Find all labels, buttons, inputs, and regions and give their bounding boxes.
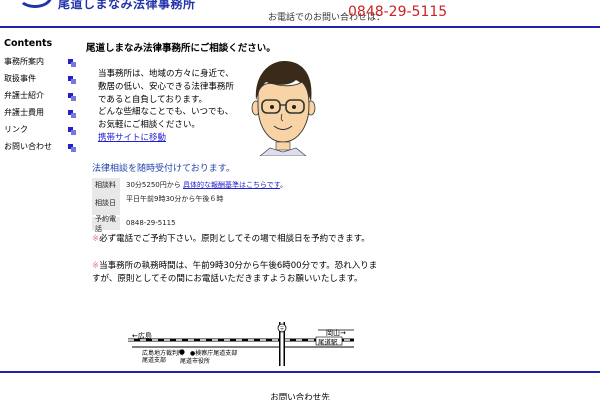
map-label-hiroshima: ←広島 [132, 331, 152, 340]
site-footer: お問い合わせ先 [0, 371, 600, 400]
map-label-okayama: 岡山→ [326, 328, 346, 337]
sidebar-item-label: 取扱事件 [4, 74, 36, 83]
date-row: 相談日 平日午前9時30分から午後６時 [92, 191, 392, 215]
date-value: 平日午前9時30分から午後６時 [126, 195, 224, 203]
map-label-office: ●検察庁尾道支部 [190, 349, 237, 357]
firm-name[interactable]: 尾道しまなみ法律事務所 [58, 0, 196, 12]
square-bullet-icon [68, 76, 76, 84]
tel-label: 予約電話 [92, 215, 120, 233]
sidebar-item-label: 弁護士費用 [4, 108, 44, 117]
sidebar-item-contact[interactable]: お問い合わせ [4, 138, 80, 155]
square-bullet-icon [68, 59, 76, 67]
map-label-city-hall: 尾道市役所 [180, 357, 210, 365]
sidebar-item-label: 弁護士紹介 [4, 91, 44, 100]
sidebar-item-fees[interactable]: 弁護士費用 [4, 104, 80, 121]
sidebar-item-cases[interactable]: 取扱事件 [4, 70, 80, 87]
svg-text:〒: 〒 [280, 327, 285, 333]
sidebar-item-lawyer[interactable]: 弁護士紹介 [4, 87, 80, 104]
logo-icon[interactable] [18, 0, 52, 8]
footer-contact-heading: お問い合わせ先 [270, 393, 330, 400]
square-bullet-icon [68, 93, 76, 101]
header-phone-number: 0848-29-5115 [348, 4, 448, 20]
map-label-station: 尾道駅 [318, 337, 338, 346]
date-label: 相談日 [92, 191, 120, 215]
sidebar-item-label: 事務所案内 [4, 57, 44, 66]
note-text: 当事務所の執務時間は、午前9時30分から午後6時00分です。恐れ入りますが、原則… [92, 261, 378, 284]
fee-amount: 30分5250円から [126, 181, 181, 189]
lawyer-avatar [251, 60, 316, 156]
fee-suffix: 。 [280, 181, 288, 189]
mobile-site-link[interactable]: 携帯サイトに移動 [98, 132, 166, 145]
fee-label: 相談料 [92, 178, 120, 191]
access-map: 〒 ←広島 岡山→ 尾道駅 広島地方裁判所 尾道支部 ●検察庁尾道支部 尾道市役… [128, 322, 354, 366]
tel-value: 0848-29-5115 [126, 219, 176, 227]
fee-standards-link[interactable]: 具体的な報酬基準はこちらです [183, 181, 280, 189]
map-label-court-branch: 尾道支部 [142, 356, 166, 364]
sidebar-title: Contents [4, 38, 53, 49]
main-content: 尾道しまなみ法律事務所にご相談ください。 当事務所は、地域の方々に身近で、 敷居… [86, 40, 386, 143]
map-marker-dot [179, 349, 185, 355]
square-bullet-icon [68, 110, 76, 118]
consult-heading: 法律相談を随時受付けております。 [92, 164, 235, 174]
tel-row: 予約電話 0848-29-5115 [92, 215, 392, 233]
fee-row: 相談料 30分5250円から 具体的な報酬基準はこちらです。 [92, 178, 392, 191]
fee-value: 30分5250円から 具体的な報酬基準はこちらです。 [126, 180, 287, 190]
page-title: 尾道しまなみ法律事務所にご相談ください。 [86, 43, 276, 54]
sidebar-nav: Contents 事務所案内 取扱事件 弁護士紹介 弁護士費用 リンク お問い合… [4, 38, 80, 155]
sidebar-item-label: お問い合わせ [4, 142, 52, 151]
sidebar-item-links[interactable]: リンク [4, 121, 80, 138]
square-bullet-icon [68, 144, 76, 152]
office-hours-note: ※当事務所の執務時間は、午前9時30分から午後6時00分です。恐れ入りますが、原… [92, 260, 382, 286]
note-text: 必ず電話でご予約下さい。原則としてその場で相談日を予約できます。 [99, 234, 370, 244]
sidebar-item-office[interactable]: 事務所案内 [4, 53, 80, 70]
map-label-court: 広島地方裁判所 [142, 349, 184, 357]
site-header: 尾道しまなみ法律事務所 お電話でのお問い合わせは： 0848-29-5115 [0, 0, 600, 28]
square-bullet-icon [68, 127, 76, 135]
sidebar-item-label: リンク [4, 125, 28, 134]
reservation-note: ※必ず電話でご予約下さい。原則としてその場で相談日を予約できます。 [92, 233, 382, 246]
